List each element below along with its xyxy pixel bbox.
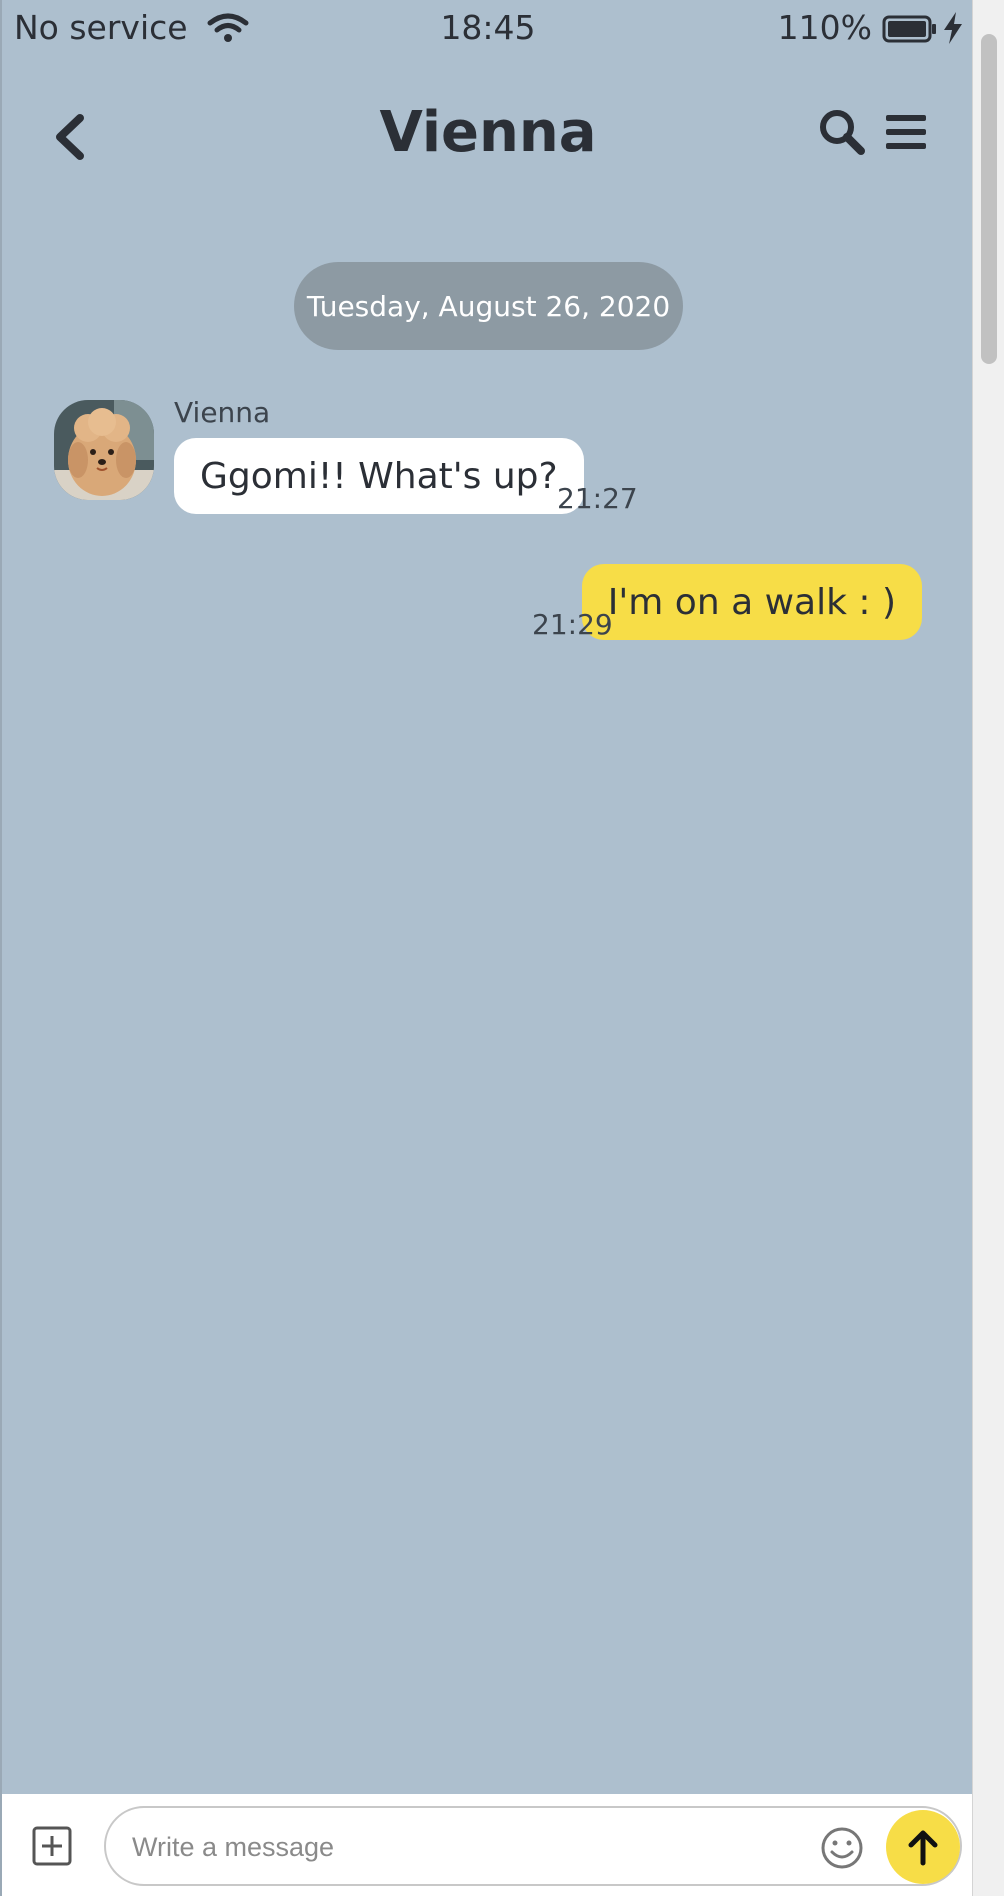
charging-icon	[942, 11, 964, 45]
arrow-up-icon	[908, 1830, 938, 1866]
received-message-bubble[interactable]: Ggomi!! What's up?	[174, 438, 584, 514]
status-bar: No service 18:45 110%	[2, 0, 972, 56]
battery-label: 110%	[777, 8, 872, 47]
battery-icon	[882, 13, 938, 43]
page-scrollbar[interactable]	[972, 0, 1004, 1896]
add-attachment-icon[interactable]	[32, 1826, 72, 1866]
status-right: 110%	[778, 8, 964, 47]
scrollbar-thumb[interactable]	[981, 34, 997, 364]
message-input-bar	[2, 1794, 972, 1896]
avatar[interactable]	[54, 400, 154, 500]
chat-screen: No service 18:45 110% Vienna Tuesday, Au…	[0, 0, 972, 1896]
sender-name: Vienna	[174, 396, 271, 429]
send-button[interactable]	[886, 1810, 960, 1884]
sent-message-bubble[interactable]: I'm on a walk : )	[581, 564, 922, 640]
menu-icon[interactable]	[886, 112, 926, 152]
chat-header: Vienna	[2, 90, 972, 180]
message-input[interactable]	[130, 1822, 694, 1872]
search-icon[interactable]	[818, 108, 866, 156]
message-timestamp: 21:29	[532, 608, 613, 641]
date-separator: Tuesday, August 26, 2020	[294, 262, 683, 350]
emoji-icon[interactable]	[820, 1826, 864, 1870]
message-timestamp: 21:27	[557, 482, 638, 515]
message-field[interactable]	[104, 1806, 962, 1886]
